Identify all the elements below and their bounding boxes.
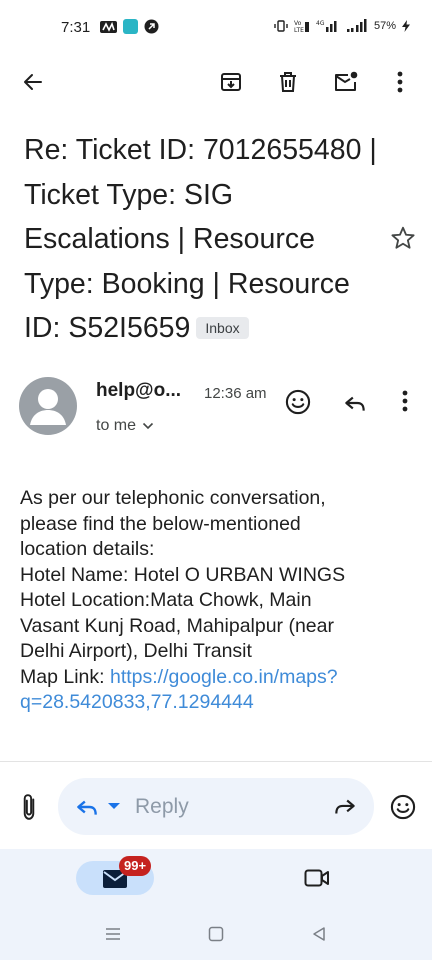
reply-compose-bar[interactable]: Reply bbox=[58, 778, 374, 835]
svg-text:Vo: Vo bbox=[294, 20, 302, 27]
recipient-label: to me bbox=[96, 417, 137, 434]
email-subject: Re: Ticket ID: 7012655480 | Ticket Type:… bbox=[24, 128, 384, 351]
app-notification-icon bbox=[144, 19, 159, 34]
system-navigation-bar bbox=[0, 909, 432, 960]
back-triangle-icon[interactable] bbox=[310, 925, 328, 943]
map-link-continued[interactable]: q=28.5420833,77.1294444 bbox=[20, 691, 254, 713]
video-camera-icon bbox=[304, 869, 329, 887]
signal-icon-2 bbox=[346, 19, 367, 32]
more-vert-icon bbox=[397, 71, 403, 93]
charging-icon bbox=[402, 20, 410, 32]
recents-menu-icon[interactable] bbox=[104, 925, 122, 943]
bottom-navigation bbox=[0, 849, 432, 909]
volte-icon: VoLTE bbox=[294, 20, 309, 33]
body-line: Hotel Name: Hotel O URBAN WINGS bbox=[20, 563, 346, 586]
vibrate-icon bbox=[274, 20, 288, 32]
trash-icon bbox=[280, 72, 296, 92]
nav-meet-tab[interactable] bbox=[304, 867, 330, 889]
map-link-label: Map Link: bbox=[20, 665, 110, 688]
body-line: please find the below-mentioned bbox=[20, 512, 301, 535]
notification-icon bbox=[100, 20, 117, 33]
battery-percent: 57% bbox=[373, 20, 396, 32]
mail-unread-icon bbox=[335, 71, 358, 91]
svg-text:4G: 4G bbox=[316, 20, 325, 27]
star-icon bbox=[391, 226, 415, 249]
body-line: As per our telephonic conversation, bbox=[20, 487, 326, 509]
sender-avatar[interactable] bbox=[19, 377, 77, 435]
archive-icon bbox=[221, 73, 241, 91]
message-time: 12:36 am bbox=[204, 385, 267, 402]
emoji-icon bbox=[390, 794, 416, 820]
body-line: Hotel Location:Mata Chowk, Main bbox=[20, 589, 312, 611]
archive-button[interactable] bbox=[215, 66, 247, 98]
reply-icon bbox=[345, 396, 365, 411]
more-options-button[interactable] bbox=[384, 66, 416, 98]
add-reaction-button[interactable] bbox=[284, 388, 312, 416]
map-link-line: q=28.5420833,77.1294444 bbox=[20, 690, 415, 716]
body-line: location details: bbox=[20, 538, 155, 560]
inbox-label-chip[interactable]: Inbox bbox=[196, 317, 249, 339]
person-icon bbox=[30, 389, 66, 425]
back-button[interactable] bbox=[17, 66, 49, 98]
email-body: As per our telephonic conversation, plea… bbox=[20, 486, 415, 716]
notification-icons bbox=[100, 19, 159, 34]
signal-icon: 4G bbox=[316, 20, 337, 32]
attachment-icon bbox=[23, 794, 35, 820]
emoji-icon bbox=[285, 389, 311, 415]
body-line: Delhi Airport), Delhi Transit bbox=[20, 640, 252, 662]
sender-name[interactable]: help@o... bbox=[96, 380, 181, 402]
subject-text: Re: Ticket ID: 7012655480 | Ticket Type:… bbox=[24, 134, 377, 344]
arrow-back-icon bbox=[24, 74, 42, 90]
delete-button[interactable] bbox=[272, 66, 304, 98]
attach-button[interactable] bbox=[16, 792, 42, 822]
forward-icon[interactable] bbox=[332, 795, 358, 819]
reply-type-dropdown-icon[interactable] bbox=[108, 803, 120, 809]
star-button[interactable] bbox=[390, 225, 416, 251]
system-status-icons: Vo LTE 4G 57% bbox=[274, 19, 410, 33]
reply-placeholder[interactable]: Reply bbox=[135, 795, 189, 819]
more-vert-icon bbox=[402, 390, 408, 412]
divider bbox=[0, 761, 432, 762]
status-bar: 7:31 Vo LTE 4G 57% bbox=[0, 0, 432, 56]
reply-emoji-button[interactable] bbox=[389, 793, 417, 821]
reply-button[interactable] bbox=[342, 390, 368, 416]
unread-count-badge: 99+ bbox=[119, 856, 152, 876]
message-toolbar bbox=[0, 56, 432, 108]
mark-unread-button[interactable] bbox=[330, 66, 362, 98]
map-link[interactable]: https://google.co.in/maps? bbox=[110, 666, 338, 688]
recipient-details-toggle[interactable]: to me bbox=[96, 417, 154, 435]
chevron-down-icon bbox=[142, 422, 154, 430]
svg-text:LTE: LTE bbox=[294, 27, 304, 33]
home-square-icon[interactable] bbox=[207, 925, 225, 943]
body-line: Vasant Kunj Road, Mahipalpur (near bbox=[20, 614, 334, 637]
status-time: 7:31 bbox=[61, 19, 91, 36]
app-notification-icon bbox=[123, 19, 138, 34]
message-more-button[interactable] bbox=[398, 390, 412, 416]
reply-icon[interactable] bbox=[74, 794, 100, 820]
map-link-line: Map Link: https://google.co.in/maps? bbox=[20, 665, 415, 691]
